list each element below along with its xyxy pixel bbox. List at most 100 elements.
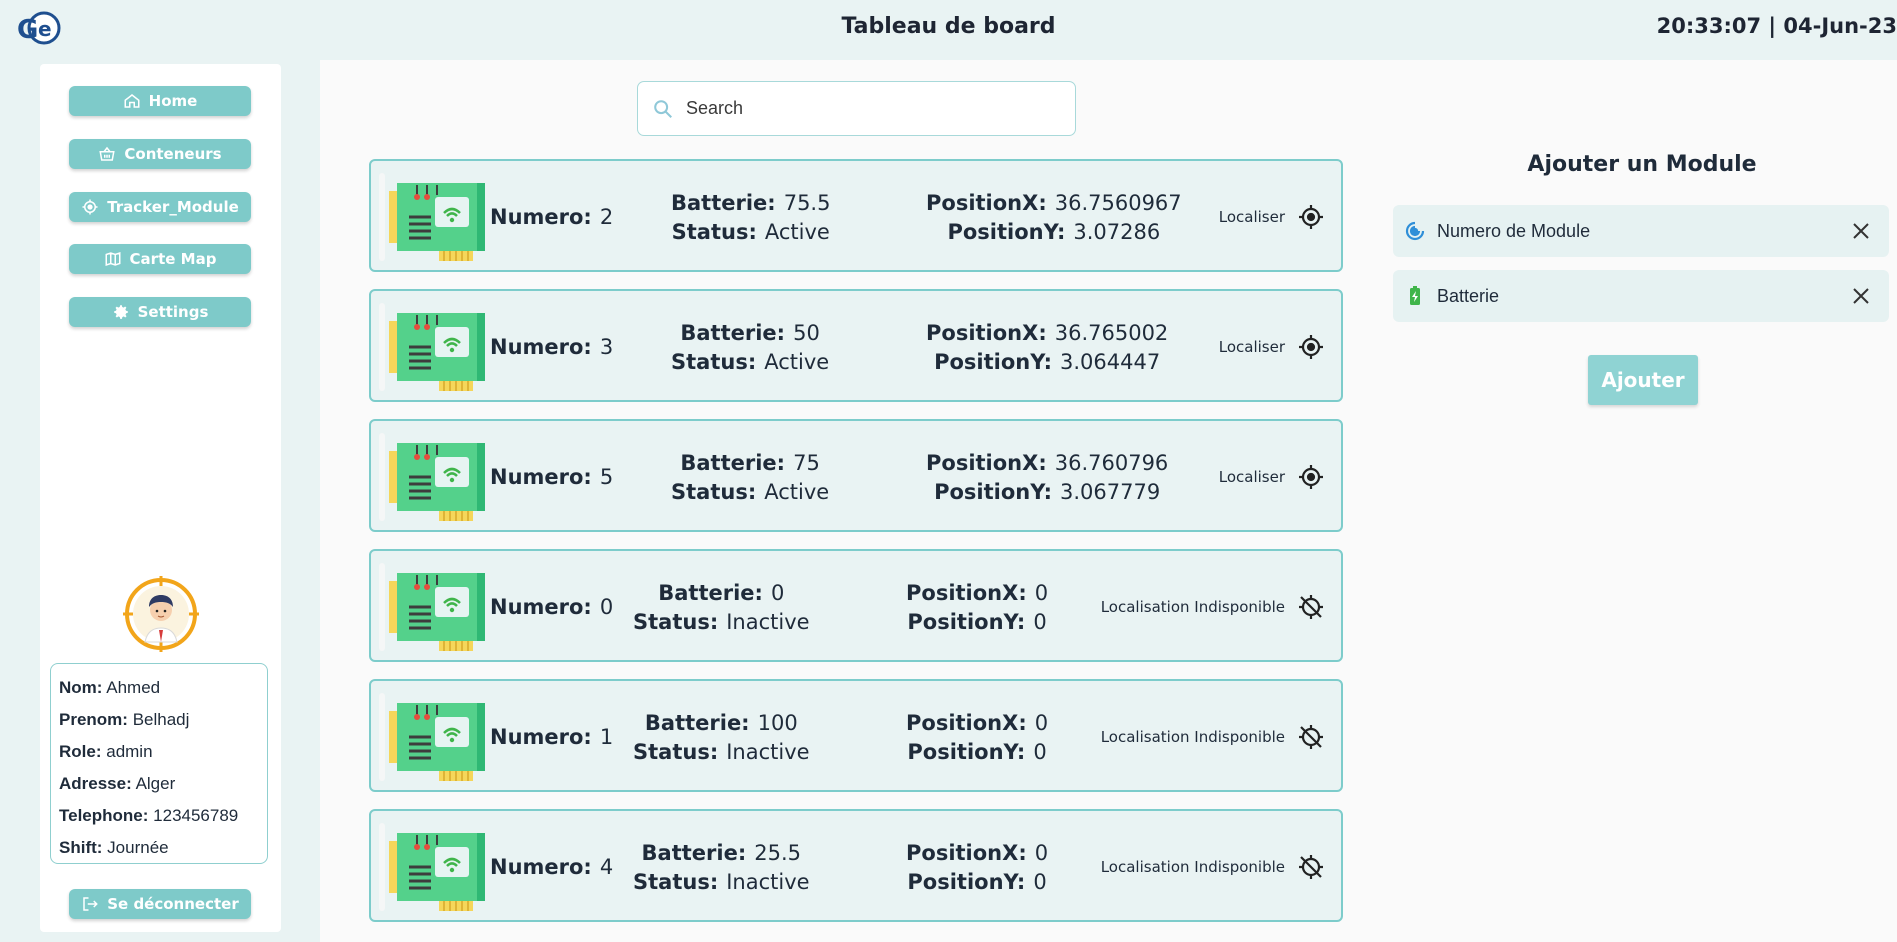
user-shift-label: Shift: (59, 838, 103, 857)
status-label: Status: (633, 870, 719, 894)
numero-value: 0 (599, 595, 614, 619)
module-battery-status: Batterie: 50 Status: Active (671, 319, 829, 377)
module-card[interactable]: Numero: 5 Batterie: 75 Status: Active Position… (369, 419, 1343, 532)
localiser-button[interactable]: Localiser (1219, 203, 1325, 231)
status-label: Status: (633, 610, 719, 634)
numero-label: Numero: (490, 595, 592, 619)
user-nom-label: Nom: (59, 678, 103, 697)
posy-value: 3.067779 (1060, 480, 1161, 504)
nav-carte-map-label: Carte Map (129, 250, 217, 268)
numero-label: Numero: (490, 465, 592, 489)
module-battery-status: Batterie: 75.5 Status: Active (671, 189, 830, 247)
module-battery-status: Batterie: 75 Status: Active (671, 449, 829, 507)
user-nom-value: Ahmed (106, 678, 161, 697)
localiser-button[interactable]: Localiser (1219, 333, 1325, 361)
batterie-value: 75 (793, 451, 820, 475)
module-card[interactable]: Numero: 0 Batterie: 0 Status: Inactive Positio… (369, 549, 1343, 662)
location-disabled-icon[interactable] (1297, 723, 1325, 751)
localiser-button[interactable]: Localiser (1219, 463, 1325, 491)
user-prenom-label: Prenom: (59, 710, 128, 729)
nav-carte-map-button[interactable]: Carte Map (69, 244, 251, 274)
user-avatar (123, 576, 199, 652)
numero-label: Numero: (490, 205, 592, 229)
numero-label: Numero: (490, 335, 592, 359)
user-nom-row: Nom: Ahmed (59, 672, 259, 704)
user-shift-value: Journée (107, 838, 169, 857)
batterie-value: 100 (757, 711, 798, 735)
locate-icon[interactable] (1297, 333, 1325, 361)
module-card[interactable]: Numero: 1 Batterie: 100 Status: Inactive Posit… (369, 679, 1343, 792)
numero-value: 4 (599, 855, 614, 879)
module-numero: Numero: 2 (490, 205, 613, 229)
module-numero: Numero: 5 (490, 465, 613, 489)
add-module-button[interactable]: Ajouter (1588, 355, 1698, 405)
posy-value: 0 (1033, 610, 1047, 634)
clock-display: 20:33:07 | 04-Jun-23 (1656, 14, 1897, 38)
module-battery-status: Batterie: 100 Status: Inactive (633, 709, 810, 767)
numero-label: Numero: (490, 855, 592, 879)
card-accent-bar (379, 303, 385, 391)
battery-field[interactable]: Batterie (1393, 270, 1889, 322)
search-box[interactable] (637, 81, 1076, 136)
nav-conteneurs-label: Conteneurs (124, 145, 222, 163)
nav-home-label: Home (148, 92, 198, 110)
nav-conteneurs-button[interactable]: Conteneurs (69, 139, 251, 169)
localiser-label: Localiser (1218, 338, 1285, 356)
posx-label: PositionX: (906, 711, 1027, 735)
posx-label: PositionX: (906, 581, 1027, 605)
logout-label: Se déconnecter (107, 895, 239, 913)
search-icon (654, 99, 672, 118)
user-telephone-label: Telephone: (59, 806, 149, 825)
numero-value: 3 (599, 335, 614, 359)
add-module-title: Ajouter un Module (1527, 152, 1757, 177)
nav-settings-button[interactable]: Settings (69, 297, 251, 327)
posy-label: PositionY: (934, 480, 1052, 504)
module-card[interactable]: Numero: 2 Batterie: 75.5 Status: Active Positi… (369, 159, 1343, 272)
user-role-label: Role: (59, 742, 102, 761)
nav-tracker-module-button[interactable]: Tracker_Module (69, 192, 251, 222)
status-label: Status: (633, 740, 719, 764)
user-telephone-value: 123456789 (153, 806, 239, 825)
card-accent-bar (379, 823, 385, 911)
posx-value: 36.765002 (1054, 321, 1169, 345)
module-card[interactable]: Numero: 4 Batterie: 25.5 Status: Inactive Posi… (369, 809, 1343, 922)
nav-home-button[interactable]: Home (69, 86, 251, 116)
posy-label: PositionY: (947, 220, 1066, 244)
home-icon (124, 94, 140, 108)
module-position: PositionX: 0 PositionY: 0 (906, 839, 1048, 897)
numero-label: Numero: (490, 725, 592, 749)
status-value: Inactive (726, 740, 810, 764)
posy-label: PositionY: (907, 740, 1026, 764)
close-icon[interactable] (1851, 221, 1871, 241)
posx-label: PositionX: (906, 841, 1027, 865)
localisation-unavailable: Localisation Indisponible (1101, 593, 1325, 621)
search-input[interactable] (684, 97, 1048, 120)
localiser-label: Localisation Indisponible (1100, 598, 1285, 616)
batterie-label: Batterie: (680, 321, 786, 345)
module-numero: Numero: 1 (490, 725, 613, 749)
status-value: Inactive (726, 610, 810, 634)
batterie-value: 25.5 (754, 841, 802, 865)
posx-value: 0 (1034, 581, 1049, 605)
batterie-label: Batterie: (658, 581, 763, 605)
card-accent-bar (379, 173, 385, 261)
module-chip-icon (389, 443, 485, 521)
module-chip-icon (389, 703, 485, 781)
module-number-field[interactable]: Numero de Module (1393, 205, 1889, 257)
batterie-value: 75.5 (783, 191, 831, 215)
module-battery-status: Batterie: 25.5 Status: Inactive (633, 839, 810, 897)
card-accent-bar (379, 693, 385, 781)
location-disabled-icon[interactable] (1297, 593, 1325, 621)
posx-label: PositionX: (926, 451, 1047, 475)
user-adresse-row: Adresse: Alger (59, 768, 259, 800)
numero-value: 1 (599, 725, 614, 749)
module-card[interactable]: Numero: 3 Batterie: 50 Status: Active Position… (369, 289, 1343, 402)
locate-icon[interactable] (1297, 463, 1325, 491)
logout-button[interactable]: Se déconnecter (69, 889, 251, 919)
battery-label: Batterie (1437, 285, 1500, 306)
nav-tracker-module-label: Tracker_Module (107, 198, 239, 216)
location-disabled-icon[interactable] (1297, 853, 1325, 881)
module-chip-icon (389, 573, 485, 651)
close-icon[interactable] (1851, 286, 1871, 306)
locate-icon[interactable] (1297, 203, 1325, 231)
